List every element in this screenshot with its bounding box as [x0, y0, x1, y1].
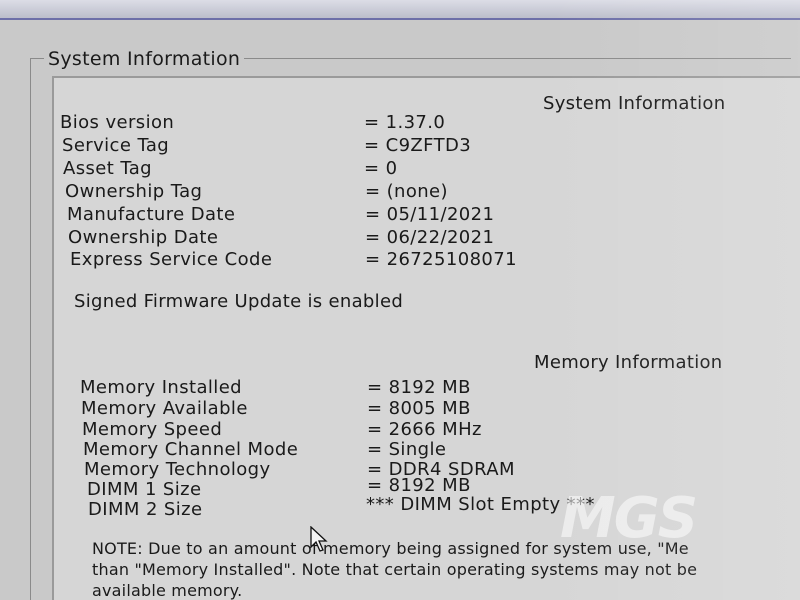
- info-value: = 1.37.0: [364, 112, 446, 133]
- info-value: = (none): [365, 181, 448, 202]
- memory-value: = 8192 MB: [367, 475, 471, 496]
- memory-label: Memory Channel Mode: [83, 439, 299, 460]
- info-label: Ownership Tag: [65, 181, 203, 202]
- info-value: = 06/22/2021: [365, 227, 495, 248]
- memory-label: Memory Available: [81, 398, 248, 419]
- info-value: = 0: [364, 158, 398, 179]
- memory-value: = 8005 MB: [367, 398, 471, 419]
- groupbox-title: System Information: [44, 48, 245, 70]
- memory-note-line-2: than "Memory Installed". Note that certa…: [92, 560, 698, 579]
- info-label: Ownership Date: [68, 227, 219, 248]
- memory-value: = Single: [367, 439, 447, 460]
- memory-value: = 8192 MB: [367, 377, 471, 398]
- memory-label: Memory Installed: [80, 377, 243, 398]
- info-value: = C9ZFTD3: [364, 135, 472, 156]
- memory-label: Memory Technology: [84, 459, 271, 480]
- memory-note-line-3: available memory.: [92, 581, 243, 600]
- memory-label: DIMM 2 Size: [88, 499, 203, 520]
- mouse-pointer-icon: [310, 525, 328, 556]
- memory-information-heading: Memory Information: [534, 352, 723, 373]
- info-label: Manufacture Date: [67, 204, 236, 225]
- info-label: Bios version: [60, 112, 175, 133]
- memory-value: = 2666 MHz: [367, 419, 482, 440]
- memory-label: DIMM 1 Size: [87, 479, 202, 500]
- info-value: = 26725108071: [365, 249, 517, 270]
- window-top-band: [0, 0, 800, 20]
- system-information-heading: System Information: [543, 93, 726, 114]
- info-label: Express Service Code: [70, 249, 273, 270]
- info-value: = 05/11/2021: [365, 204, 495, 225]
- info-label: Service Tag: [62, 135, 170, 156]
- firmware-update-notice: Signed Firmware Update is enabled: [74, 291, 404, 312]
- memory-label: Memory Speed: [82, 419, 223, 440]
- watermark-logo: MGS: [560, 486, 698, 551]
- info-label: Asset Tag: [63, 158, 152, 179]
